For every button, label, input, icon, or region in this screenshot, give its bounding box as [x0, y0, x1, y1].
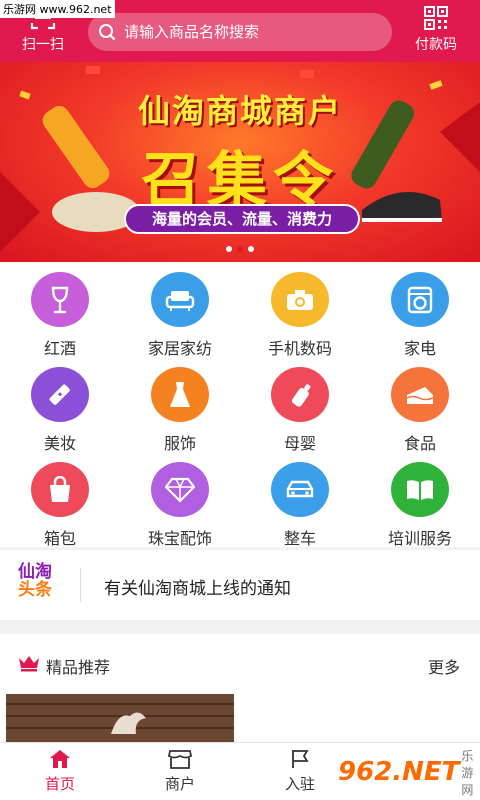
washing-machine-icon — [391, 272, 449, 327]
promo-banner[interactable]: 仙淘商城商户 召集令 海量的会员、流量、消费力 — [0, 62, 480, 262]
sofa-icon — [151, 272, 209, 327]
category-label: 服饰 — [163, 434, 196, 453]
lipstick-icon — [31, 367, 89, 422]
category-mother-baby[interactable]: 母婴 — [240, 359, 360, 454]
crown-icon — [19, 656, 39, 672]
app-screen: 乐游网 www.962.net 扫一扫 请输入商品名称搜索 付款码 仙淘商城商户… — [0, 0, 480, 800]
featured-products — [0, 694, 480, 742]
watermark-text: 乐游网 — [461, 748, 474, 797]
category-label: 家电 — [403, 339, 436, 358]
logo-line-2: 头条 — [18, 579, 52, 600]
category-food[interactable]: 食品 — [360, 359, 480, 454]
pagination-dot[interactable] — [248, 246, 254, 252]
corner-watermark: 962.NET 乐游网 — [338, 746, 476, 798]
featured-header: 精品推荐 更多 — [0, 634, 480, 694]
store-icon — [168, 750, 192, 769]
home-icon — [50, 750, 70, 768]
category-label: 家居家纺 — [147, 339, 212, 358]
scan-label: 扫一扫 — [22, 37, 64, 53]
category-label: 培训服务 — [387, 529, 452, 548]
banner-title: 仙淘商城商户 — [137, 92, 342, 130]
banner-subtitle: 海量的会员、流量、消费力 — [124, 204, 360, 234]
category-vehicle[interactable]: 整车 — [240, 454, 360, 549]
news-ticker[interactable]: 仙淘 头条 有关仙淘商城上线的通知 — [0, 550, 480, 620]
category-wine[interactable]: 红酒 — [0, 264, 120, 359]
headline-logo: 仙淘 头条 — [18, 563, 64, 606]
search-icon — [99, 24, 116, 41]
category-label: 箱包 — [43, 529, 76, 548]
search-box[interactable] — [88, 13, 392, 51]
category-label: 珠宝配饰 — [147, 529, 212, 548]
pay-code-label: 付款码 — [415, 37, 457, 53]
pagination-dot-active[interactable] — [237, 246, 243, 252]
search-input[interactable] — [124, 23, 364, 41]
camera-icon — [271, 272, 329, 327]
cake-icon — [391, 367, 449, 422]
tab-merchant[interactable]: 商户 — [120, 743, 240, 800]
tab-label: 入驻 — [284, 775, 315, 793]
category-grid: 红酒 家居家纺 手机数码 家电 美妆 服饰 母婴 食品 箱包 珠宝配饰 整车 培… — [0, 262, 480, 549]
category-bags[interactable]: 箱包 — [0, 454, 120, 549]
category-label: 手机数码 — [267, 339, 332, 358]
banner-pagination[interactable] — [0, 246, 480, 252]
book-icon — [391, 462, 449, 517]
baby-bottle-icon — [271, 367, 329, 422]
product-thumbnail[interactable] — [6, 694, 234, 742]
dress-icon — [151, 367, 209, 422]
bag-icon — [31, 462, 89, 517]
wine-glass-icon — [31, 272, 89, 327]
category-appliance[interactable]: 家电 — [360, 264, 480, 359]
category-apparel[interactable]: 服饰 — [120, 359, 240, 454]
pay-code-button[interactable]: 付款码 — [404, 0, 468, 62]
category-label: 红酒 — [43, 339, 76, 358]
category-label: 母婴 — [283, 434, 316, 453]
divider — [80, 568, 81, 602]
diamond-icon — [151, 462, 209, 517]
flag-icon — [292, 750, 309, 768]
category-jewelry[interactable]: 珠宝配饰 — [120, 454, 240, 549]
pagination-dot[interactable] — [226, 246, 232, 252]
watermark-mark: 962.NET — [338, 757, 460, 787]
tab-label: 商户 — [164, 775, 195, 793]
more-link[interactable]: 更多 — [428, 654, 460, 678]
category-label: 食品 — [403, 434, 436, 453]
category-training[interactable]: 培训服务 — [360, 454, 480, 549]
tab-label: 首页 — [44, 775, 75, 793]
category-phone-digital[interactable]: 手机数码 — [240, 264, 360, 359]
category-label: 整车 — [283, 529, 316, 548]
featured-title: 精品推荐 — [46, 658, 111, 677]
car-icon — [271, 462, 329, 517]
notice-text[interactable]: 有关仙淘商城上线的通知 — [104, 574, 291, 599]
category-label: 美妆 — [43, 434, 76, 453]
tab-home[interactable]: 首页 — [0, 743, 120, 800]
site-watermark: 乐游网 www.962.net — [0, 0, 115, 18]
category-home-textile[interactable]: 家居家纺 — [120, 264, 240, 359]
qr-code-icon — [424, 6, 448, 30]
category-cosmetics[interactable]: 美妆 — [0, 359, 120, 454]
